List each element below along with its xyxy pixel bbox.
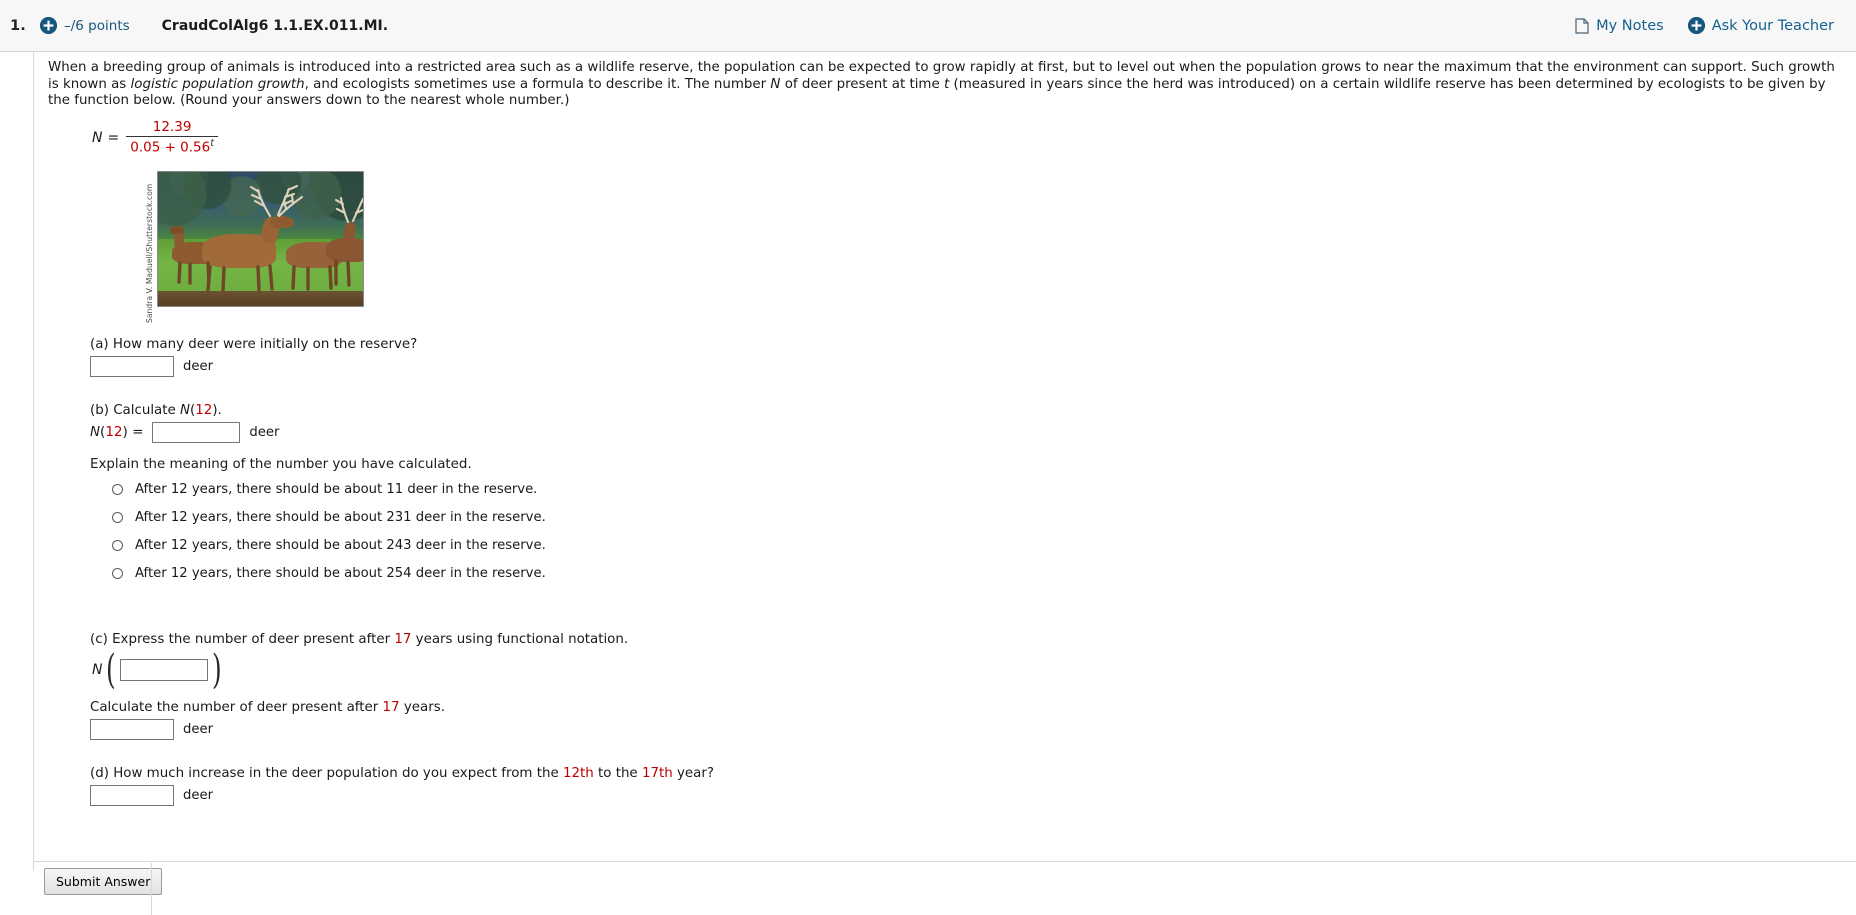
part-b-label: (b) Calculate N(12).: [90, 403, 1844, 418]
part-c-label-years: 17: [394, 631, 412, 647]
part-b-unit: deer: [249, 424, 280, 440]
part-b-eq-fn: N: [90, 425, 101, 441]
plus-circle-icon[interactable]: [40, 17, 57, 34]
formula-fraction: 12.39 0.05 + 0.56t: [126, 119, 218, 157]
part-d-label-pre: (d) How much increase in the deer popula…: [90, 765, 563, 781]
part-b-option-2[interactable]: After 12 years, there should be about 23…: [112, 510, 1844, 525]
part-b-option-4[interactable]: After 12 years, there should be about 25…: [112, 566, 1844, 581]
part-c-fn-input[interactable]: [120, 658, 209, 681]
population-formula: N = 12.39 0.05 + 0.56t: [92, 119, 1844, 157]
part-b-option-1[interactable]: After 12 years, there should be about 11…: [112, 482, 1844, 497]
part-c-calc-post: years.: [399, 699, 445, 715]
part-d-label: (d) How much increase in the deer popula…: [90, 766, 1844, 781]
part-c-unit: deer: [183, 721, 214, 737]
part-b-label-pre: (b) Calculate: [90, 402, 181, 418]
part-b-option-3-label: After 12 years, there should be about 24…: [135, 537, 546, 553]
prompt-emphasis: logistic population growth: [130, 76, 305, 92]
question-footer: Submit Answer: [34, 861, 1856, 915]
problem-statement: When a breeding group of animals is intr…: [48, 60, 1844, 110]
part-a-input[interactable]: [90, 355, 174, 377]
part-d-label-from: 12th: [562, 765, 594, 781]
part-b-equation-label: N(12) =: [90, 424, 143, 440]
header-actions: My Notes Ask Your Teacher: [1575, 17, 1834, 34]
question-content: When a breeding group of animals is intr…: [0, 60, 1856, 806]
plus-circle-icon: [1687, 17, 1705, 34]
part-a-label: (a) How many deer were initially on the …: [90, 336, 418, 352]
submit-answer-button[interactable]: Submit Answer: [44, 868, 163, 895]
part-d-label-post: year?: [672, 765, 714, 781]
part-b-label-arg: 12: [195, 402, 213, 418]
question-number: 1.: [10, 17, 26, 34]
question-header: 1. –/6 points CraudColAlg6 1.1.EX.011.MI…: [0, 0, 1856, 52]
radio-button-icon[interactable]: [112, 567, 123, 579]
part-b: (b) Calculate N(12). N(12) = deer Explai…: [90, 403, 1844, 581]
paren-open-icon: (: [106, 646, 117, 693]
part-b-label-fn: N: [180, 402, 191, 418]
part-c-function-notation: N ( ): [92, 646, 1844, 693]
part-c-calc-pre: Calculate the number of deer present aft…: [90, 699, 383, 715]
part-a-answer-row: deer: [90, 355, 1844, 377]
part-b-option-4-label: After 12 years, there should be about 25…: [135, 565, 546, 581]
footer-divider: [151, 863, 152, 915]
ask-your-teacher-button[interactable]: Ask Your Teacher: [1687, 17, 1834, 34]
formula-exponent: t: [210, 138, 214, 150]
question-code: CraudColAlg6 1.1.EX.011.MI.: [161, 17, 389, 34]
part-b-option-1-label: After 12 years, there should be about 11…: [135, 481, 538, 497]
paren-close-icon: ): [212, 646, 222, 693]
my-notes-button[interactable]: My Notes: [1575, 18, 1664, 34]
part-d-unit: deer: [183, 787, 214, 803]
radio-button-icon[interactable]: [112, 483, 123, 495]
formula-equals: =: [107, 129, 120, 146]
photo-credit: Sandra V. Maduell/Shutterstock.com: [145, 183, 154, 323]
part-b-label-paren-close: ).: [212, 402, 222, 418]
part-d-input[interactable]: [90, 784, 174, 806]
part-d-label-mid: to the: [593, 765, 642, 781]
part-b-options: After 12 years, there should be about 11…: [112, 482, 1844, 581]
part-b-explain-label: Explain the meaning of the number you ha…: [90, 456, 472, 472]
radio-button-icon[interactable]: [112, 511, 123, 523]
formula-lhs: N: [92, 129, 103, 146]
deer-figure: Sandra V. Maduell/Shutterstock.com: [145, 170, 1844, 323]
prompt-text-2: , and ecologists sometimes use a formula…: [304, 76, 771, 92]
note-page-icon: [1575, 17, 1589, 34]
part-a-unit: deer: [183, 358, 214, 374]
question-body: When a breeding group of animals is intr…: [0, 52, 1856, 915]
part-c-calc-years: 17: [382, 699, 400, 715]
deer-photo: [157, 170, 364, 307]
deer-antlers-icon: [177, 184, 363, 293]
left-rule-divider: [33, 52, 34, 871]
part-c: (c) Express the number of deer present a…: [90, 632, 1844, 740]
part-b-eq-sign: =: [132, 424, 144, 441]
part-c-calc-input[interactable]: [90, 718, 174, 740]
my-notes-label: My Notes: [1596, 17, 1664, 34]
prompt-var-n: N: [770, 76, 781, 92]
part-c-answer-row: deer: [90, 718, 1844, 740]
part-d-answer-row: deer: [90, 784, 1844, 806]
part-c-label-post: years using functional notation.: [411, 631, 629, 647]
formula-numerator: 12.39: [152, 118, 192, 135]
part-b-answer-row: N(12) = deer: [90, 421, 1844, 443]
part-d-label-to: 17th: [641, 765, 673, 781]
radio-button-icon[interactable]: [112, 539, 123, 551]
part-b-option-3[interactable]: After 12 years, there should be about 24…: [112, 538, 1844, 553]
ask-your-teacher-label: Ask Your Teacher: [1711, 17, 1834, 34]
part-c-calc-label: Calculate the number of deer present aft…: [90, 700, 1844, 715]
formula-denominator-base: 0.05 + 0.56: [130, 139, 211, 156]
part-c-label-pre: (c) Express the number of deer present a…: [90, 631, 395, 647]
part-b-eq-arg: 12: [105, 424, 123, 441]
part-b-input[interactable]: [152, 421, 241, 443]
part-c-label: (c) Express the number of deer present a…: [90, 632, 1844, 647]
prompt-text-3: of deer present at time: [780, 76, 944, 92]
part-d: (d) How much increase in the deer popula…: [90, 766, 1844, 806]
part-c-fn-name: N: [92, 661, 103, 678]
part-b-option-2-label: After 12 years, there should be about 23…: [135, 509, 546, 525]
part-a: (a) How many deer were initially on the …: [90, 337, 1844, 377]
part-b-eq-paren-close: ): [122, 424, 128, 441]
formula-denominator: 0.05 + 0.56t: [126, 136, 218, 156]
points-label: –/6 points: [64, 17, 130, 34]
